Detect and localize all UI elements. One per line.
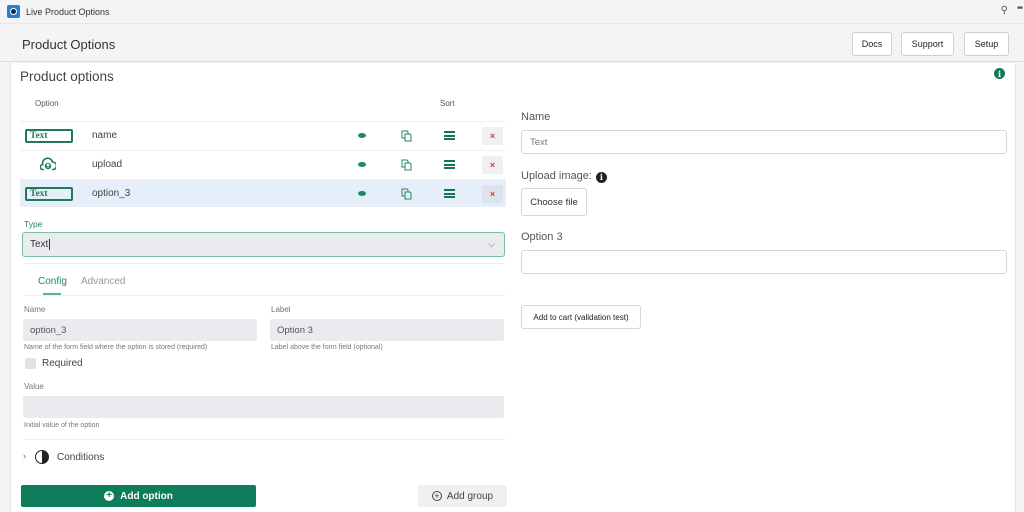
chevron-down-icon: ⌵ [488, 239, 495, 249]
add-option-button[interactable]: + Add option [21, 485, 256, 507]
text-cursor [49, 239, 51, 250]
text-badge-icon: Text [25, 187, 73, 201]
option-row-selected[interactable]: Text option_3 × [20, 179, 506, 207]
conditions-toggle[interactable]: Conditions [57, 452, 104, 463]
required-checkbox-label[interactable]: Required [42, 358, 83, 369]
option-name: option_3 [92, 188, 131, 199]
page-title: Product Options [22, 37, 116, 52]
drag-handle-icon[interactable] [444, 189, 455, 198]
required-checkbox[interactable] [25, 358, 36, 369]
value-field-help: Initial value of the option [24, 422, 100, 429]
tab-advanced[interactable]: Advanced [81, 276, 125, 287]
more-icon[interactable]: •• [1017, 3, 1023, 14]
value-field-label: Value [24, 382, 44, 391]
section-title: Product options [20, 69, 114, 84]
info-icon[interactable]: i [994, 68, 1005, 79]
docs-button[interactable]: Docs [852, 32, 892, 56]
info-icon[interactable]: i [595, 171, 607, 183]
option-row[interactable]: Text name × [20, 121, 506, 149]
value-field[interactable] [23, 396, 504, 418]
preview-name-label: Name [521, 111, 551, 123]
delete-option-button[interactable]: × [482, 185, 503, 203]
divider [24, 295, 505, 296]
text-badge-icon: Text [25, 129, 73, 143]
option-name: name [92, 130, 118, 141]
divider [24, 263, 505, 264]
eye-icon[interactable] [358, 133, 366, 138]
option-row[interactable]: upload × [20, 150, 506, 178]
label-field-label: Label [271, 305, 291, 314]
drag-handle-icon[interactable] [444, 131, 455, 140]
copy-icon[interactable] [401, 159, 412, 171]
preview-upload-label: Upload image: i [521, 170, 607, 183]
column-header-option: Option [35, 99, 59, 108]
contrast-icon [35, 450, 49, 464]
option-name: upload [92, 159, 123, 170]
pin-icon[interactable]: ⚲ [1001, 5, 1008, 16]
add-to-cart-button[interactable]: Add to cart (validation test) [521, 305, 641, 329]
upload-icon [40, 157, 56, 171]
divider [24, 439, 505, 440]
add-group-label: Add group [446, 490, 494, 502]
preview-name-input[interactable]: Text [521, 130, 1007, 154]
eye-icon[interactable] [358, 162, 366, 167]
name-field-label: Name [24, 305, 46, 314]
delete-option-button[interactable]: × [482, 156, 503, 174]
setup-button[interactable]: Setup [964, 32, 1009, 56]
name-field[interactable]: option_3 [23, 319, 257, 341]
name-field-help: Name of the form field where the option … [24, 344, 208, 351]
drag-handle-icon[interactable] [444, 160, 455, 169]
preview-option3-input[interactable] [521, 250, 1007, 274]
choose-file-button[interactable]: Choose file [521, 188, 587, 216]
type-select-value: Text [30, 239, 49, 250]
copy-icon[interactable] [401, 130, 412, 142]
chevron-right-icon[interactable]: › [23, 451, 26, 461]
eye-icon[interactable] [358, 191, 366, 196]
main-panel: Product options i Option Sort Text name … [10, 63, 1016, 512]
type-label: Type [24, 219, 43, 229]
type-select[interactable]: Text ⌵ [22, 232, 505, 257]
add-group-button[interactable]: + Add group [418, 485, 507, 507]
upload-label-text: Upload image: [521, 170, 592, 182]
plus-circle-outline-icon: + [431, 491, 442, 501]
delete-option-button[interactable]: × [482, 127, 503, 145]
label-field[interactable]: Option 3 [270, 319, 504, 341]
add-option-label: Add option [120, 490, 173, 502]
support-button[interactable]: Support [901, 32, 954, 56]
preview-option3-label: Option 3 [521, 231, 563, 243]
plus-circle-icon: + [104, 491, 115, 501]
tab-config[interactable]: Config [38, 276, 67, 287]
app-logo-icon [7, 5, 20, 18]
label-field-help: Label above the form field (optional) [271, 344, 383, 351]
copy-icon[interactable] [401, 188, 412, 200]
window-titlebar: Live Product Options ⚲ •• [0, 0, 1024, 24]
app-title: Live Product Options [26, 6, 110, 17]
column-header-sort: Sort [440, 99, 455, 108]
page-header: Product Options Docs Support Setup [0, 25, 1024, 62]
